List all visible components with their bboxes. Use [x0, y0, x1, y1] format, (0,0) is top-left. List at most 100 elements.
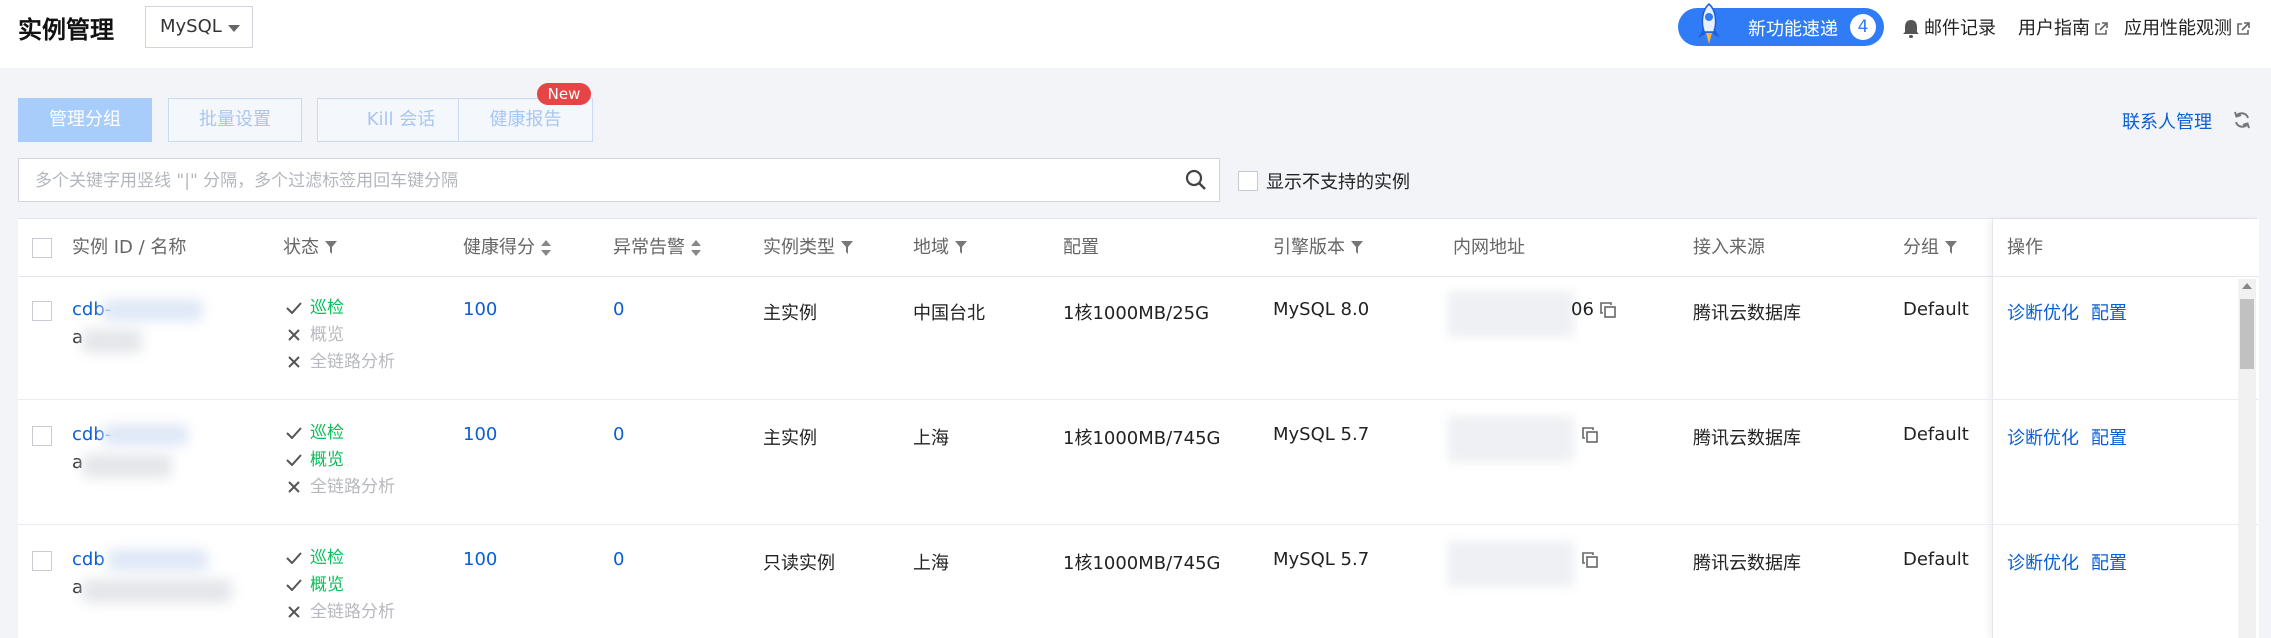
copy-icon[interactable]: [1600, 302, 1616, 318]
col-region-label: 地域: [913, 237, 949, 258]
col-group-label: 分组: [1903, 237, 1939, 258]
new-features-label: 新功能速递: [1748, 19, 1838, 40]
contact-management-link[interactable]: 联系人管理: [2122, 108, 2212, 134]
monitor-overview[interactable]: 概览: [286, 447, 395, 474]
diagnose-link[interactable]: 诊断优化: [2007, 424, 2079, 450]
check-icon: [286, 579, 302, 591]
show-unsupported-checkbox[interactable]: [1238, 171, 1258, 191]
copy-icon[interactable]: [1582, 427, 1598, 443]
col-header-status[interactable]: 状态: [283, 219, 337, 277]
sort-icon[interactable]: [691, 240, 701, 256]
health-score[interactable]: 100: [463, 549, 497, 570]
engine-version: MySQL 5.7: [1273, 549, 1370, 570]
header-divider: [18, 276, 2258, 277]
row-divider: [18, 399, 1994, 400]
filter-icon[interactable]: [1945, 241, 1957, 255]
col-header-region[interactable]: 地域: [913, 219, 967, 277]
scroll-up-arrow[interactable]: [2242, 283, 2252, 289]
instance-type: 只读实例: [763, 553, 835, 574]
instance-type: 主实例: [763, 428, 817, 449]
config-link[interactable]: 配置: [2091, 299, 2127, 325]
monitor-inspect[interactable]: 巡检: [286, 545, 395, 572]
monitor-overview[interactable]: 概览: [286, 322, 395, 349]
monitor-trace[interactable]: 全链路分析: [286, 349, 395, 376]
filter-icon[interactable]: [1351, 241, 1363, 255]
col-header-ops: 操作: [2007, 237, 2043, 258]
alarm-count[interactable]: 0: [613, 549, 624, 570]
cross-icon: [288, 356, 300, 368]
monitor-inspect-label: 巡检: [310, 298, 344, 318]
batch-settings-button[interactable]: 批量设置: [168, 98, 302, 142]
filter-icon[interactable]: [325, 241, 337, 255]
access-source: 腾讯云数据库: [1693, 428, 1801, 449]
external-link-icon: [2237, 22, 2250, 35]
diagnose-link[interactable]: 诊断优化: [2007, 549, 2079, 575]
user-guide-label: 用户指南: [2018, 18, 2090, 39]
instance-region: 上海: [913, 553, 949, 574]
diagnose-link[interactable]: 诊断优化: [2007, 299, 2079, 325]
col-header-engine[interactable]: 引擎版本: [1273, 219, 1363, 277]
sort-icon[interactable]: [541, 240, 551, 256]
redacted-id: [103, 299, 203, 321]
row-checkbox[interactable]: [32, 426, 52, 446]
rocket-icon: [1698, 3, 1720, 44]
select-all-checkbox[interactable]: [32, 238, 52, 258]
check-icon: [286, 552, 302, 564]
cross-icon: [288, 606, 300, 618]
show-unsupported-toggle[interactable]: 显示不支持的实例: [1238, 168, 1410, 194]
row-divider: [1993, 399, 2259, 400]
refresh-icon[interactable]: [2232, 110, 2252, 130]
monitor-trace-label: 全链路分析: [310, 352, 395, 372]
filter-icon[interactable]: [841, 241, 853, 255]
user-guide-link[interactable]: 用户指南: [2018, 14, 2108, 40]
col-header-group[interactable]: 分组: [1903, 219, 1957, 277]
db-type-select[interactable]: MySQL: [145, 6, 253, 48]
health-score[interactable]: 100: [463, 424, 497, 445]
chevron-down-icon: [228, 25, 240, 32]
new-badge: New: [537, 83, 591, 105]
instance-id-link[interactable]: cdb: [72, 549, 105, 570]
monitor-inspect[interactable]: 巡检: [286, 295, 395, 322]
monitor-trace[interactable]: 全链路分析: [286, 599, 395, 626]
manage-group-button[interactable]: 管理分组: [18, 98, 152, 142]
col-ip-label: 内网地址: [1453, 237, 1525, 258]
col-header-health[interactable]: 健康得分: [463, 219, 551, 277]
monitor-overview-label: 概览: [310, 575, 344, 595]
col-header-ip: 内网地址: [1453, 219, 1525, 277]
check-icon: [286, 454, 302, 466]
col-header-alarms[interactable]: 异常告警: [613, 219, 701, 277]
monitor-trace[interactable]: 全链路分析: [286, 474, 395, 501]
search-input[interactable]: [33, 167, 1157, 195]
new-features-button[interactable]: 新功能速递 4: [1678, 3, 1884, 46]
monitor-inspect-label: 巡检: [310, 548, 344, 568]
col-config-label: 配置: [1063, 237, 1099, 258]
filter-icon[interactable]: [955, 241, 967, 255]
scrollbar-thumb[interactable]: [2240, 299, 2254, 369]
monitor-trace-label: 全链路分析: [310, 602, 395, 622]
show-unsupported-label: 显示不支持的实例: [1266, 172, 1410, 193]
monitor-overview[interactable]: 概览: [286, 572, 395, 599]
row-divider: [18, 524, 1994, 525]
top-header: 实例管理 MySQL 新功能速递 4 邮件记录 用户指南 应用性能观测: [0, 0, 2271, 68]
check-icon: [286, 427, 302, 439]
search-icon[interactable]: [1185, 169, 1207, 191]
config-link[interactable]: 配置: [2091, 424, 2127, 450]
alarm-count[interactable]: 0: [613, 424, 624, 445]
col-header-type[interactable]: 实例类型: [763, 219, 853, 277]
row-checkbox[interactable]: [32, 301, 52, 321]
bell-icon: [1903, 20, 1919, 38]
row-checkbox[interactable]: [32, 551, 52, 571]
health-score[interactable]: 100: [463, 299, 497, 320]
copy-icon[interactable]: [1582, 552, 1598, 568]
cross-icon: [288, 329, 300, 341]
mail-records-link[interactable]: 邮件记录: [1902, 14, 1996, 40]
monitor-inspect-label: 巡检: [310, 423, 344, 443]
col-engine-label: 引擎版本: [1273, 237, 1345, 258]
alarm-count[interactable]: 0: [613, 299, 624, 320]
monitor-inspect[interactable]: 巡检: [286, 420, 395, 447]
config-link[interactable]: 配置: [2091, 549, 2127, 575]
search-box[interactable]: [18, 158, 1220, 202]
col-id-label: 实例 ID / 名称: [72, 237, 187, 258]
apm-link[interactable]: 应用性能观测: [2124, 14, 2250, 40]
redacted-ip: [1448, 416, 1574, 462]
